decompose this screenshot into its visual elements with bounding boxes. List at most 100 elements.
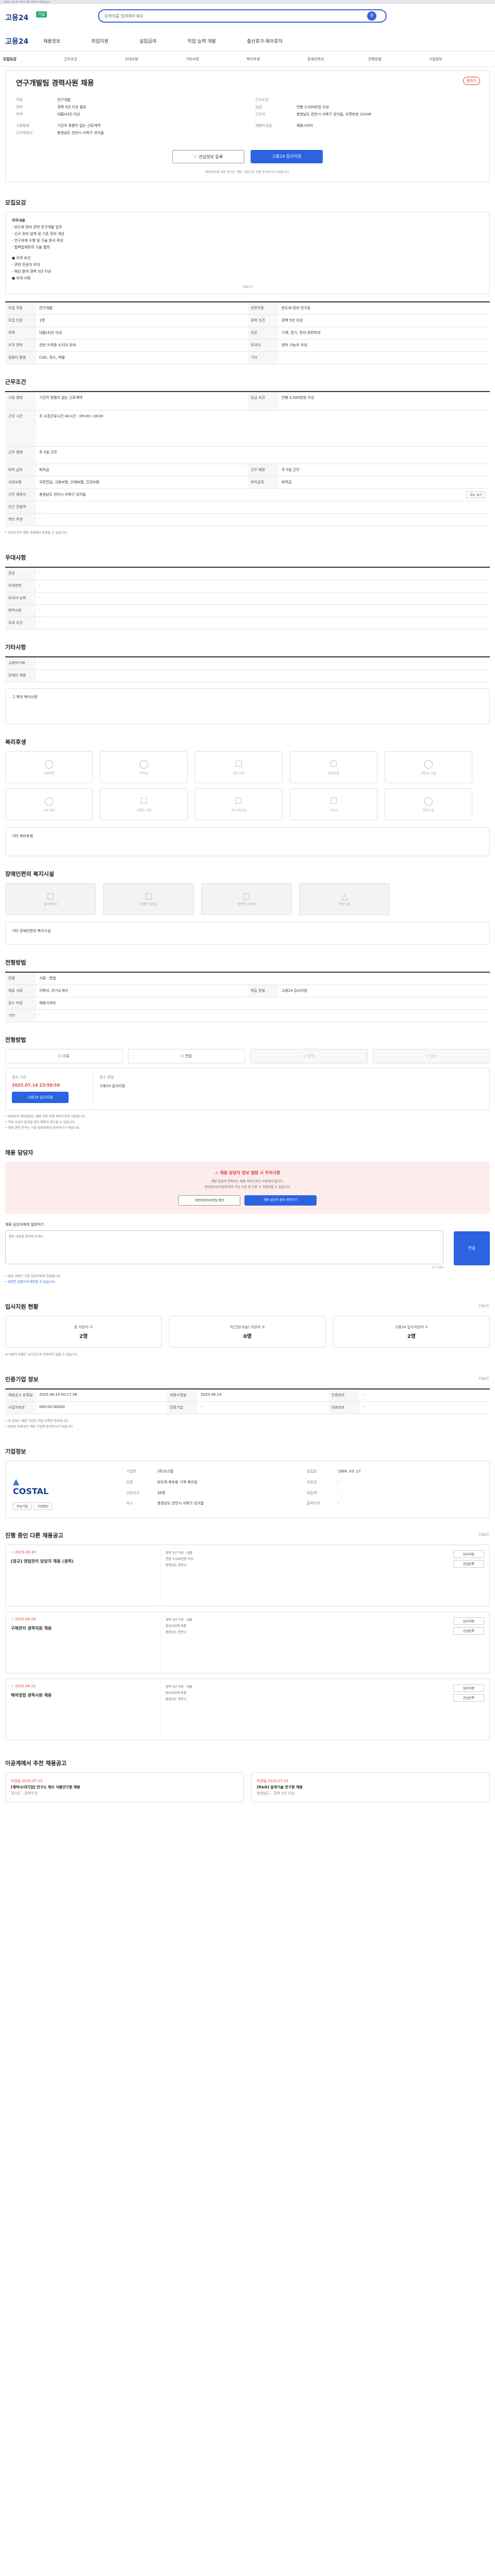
search-input[interactable] (104, 13, 362, 19)
company-interest-button[interactable]: 관심기업 (13, 1502, 32, 1510)
stat-item: 최근일(오늘) 지원자 수 0명 (169, 1316, 326, 1348)
other-jobs-more[interactable]: 더보기 (479, 1532, 489, 1537)
tab-work[interactable]: 근무조건 (64, 57, 125, 62)
etc-note-box: 그 밖의 복리사항 (5, 688, 490, 724)
job-interest-button[interactable]: 관심등록 (453, 1694, 484, 1702)
bookmark-button[interactable]: 찜하기 (463, 77, 480, 85)
disability-item: ☐ 장애인 화장실 (103, 883, 194, 915)
text-label: 장애인편의 복지시설 (5, 871, 54, 877)
text-label: 경력 3년 이상 · 대졸 (166, 1551, 192, 1555)
table-key: 인근 전철역 (5, 501, 36, 513)
table-key: 주소 (126, 1501, 133, 1506)
tab-welfare[interactable]: 복리후생 (246, 57, 307, 62)
job-title: 연구개발팀 경력사원 채용 (16, 79, 94, 88)
privacy-button[interactable]: 개인정보처리방침 확인 (178, 1195, 240, 1206)
job-apply-button[interactable]: 입사지원 (453, 1684, 484, 1692)
text-label: 엘리베이터 (43, 903, 58, 906)
job-summary-card: 연구개발팀 경력사원 채용 찜하기 직종 연구개발 경력 경력 5년 이상 필요 학… (5, 70, 490, 182)
table-key: 외국어 능력 (5, 592, 36, 604)
tab-disability[interactable]: 장애인복지 (307, 57, 368, 62)
contact-reveal-button[interactable]: 채용 담당자 정보 확인하기 (244, 1195, 317, 1206)
text-label: 마감일 2025.07.10 (11, 1779, 43, 1783)
user-icon: ☐ (425, 1054, 431, 1058)
text-label: 우대사항 (5, 554, 26, 561)
stats-title: 입사지원 현황 더보기 (0, 1289, 495, 1316)
table-key: 사업자번호 (5, 1402, 36, 1414)
top-banner: 고용24 · 워크넷이 새로운 통합 서비스로 바뀌었습니다 (0, 0, 495, 4)
gnb-item-benefits[interactable]: 실업급여 (139, 38, 156, 44)
company-title: 기업정보 (0, 1434, 495, 1461)
table-key: 제출 방법 (248, 985, 278, 997)
tab-company[interactable]: 기업정보 (429, 57, 490, 62)
info-more[interactable]: 더보기 (479, 1376, 489, 1381)
interest-button[interactable]: ♡ 관심정보 등록 (172, 150, 244, 163)
gnb-brand[interactable]: 고용24 (2, 36, 43, 46)
tab-etc[interactable]: 기타사항 (186, 57, 246, 62)
text-label: 총 지원자 수 (74, 1325, 93, 1329)
stats-more[interactable]: 더보기 (479, 1303, 489, 1309)
table-value: - (39, 620, 41, 624)
company-card: ▲ COSTAL 관심기업 기업정보 기업명 (주)코스탈 설립일 1999. 03… (5, 1461, 490, 1518)
more-button[interactable]: 더보기 (6, 284, 489, 291)
table-key: 경력 조건 (248, 315, 278, 327)
text-label: 충청남도 천안시 (166, 1631, 187, 1634)
company-logo-icon: ▲ (13, 1477, 20, 1486)
summary-value: 채용시까지 (296, 124, 314, 128)
text-label: 충청남도 · 경력 3년 이상 (257, 1791, 295, 1795)
table-key: 고용 형태 (5, 392, 36, 410)
job-interest-button[interactable]: 관심등록 (453, 1627, 484, 1635)
search-icon[interactable]: ⚲ (367, 11, 376, 21)
company-info-button[interactable]: 기업정보 (34, 1502, 53, 1510)
tab-recruit[interactable]: 모집요강 (3, 57, 64, 62)
text-label: 회사내규에 따름 (166, 1691, 187, 1695)
job-interest-button[interactable]: 관심등록 (453, 1560, 484, 1568)
contact-title: 채용 담당자 (0, 1135, 495, 1162)
duty-line: - 반도체 장비 관련 연구개발 업무 (12, 225, 62, 229)
text-label: 경기도 · 경력무관 (11, 1791, 38, 1795)
apply-button[interactable]: 고용24 입사지원 (251, 150, 323, 163)
table-value: 관련 자격증 소지자 우대 (39, 343, 76, 347)
req-line: - 관련 전공자 우대 (12, 263, 40, 267)
list-item[interactable]: ~ 2025.06.28 구매관리 경력직원 채용 경력 2년 이상 · 대졸 회사… (5, 1612, 490, 1673)
period-date: 2025.07.14 23:59:59 (12, 1083, 60, 1088)
text-label: 합격 (307, 1054, 315, 1058)
gnb-item-jobs[interactable]: 채용정보 (43, 38, 60, 44)
gnb-item-leave[interactable]: 출산휴가·육아휴직 (247, 38, 283, 44)
map-button[interactable]: 지도 보기 (466, 492, 486, 498)
period-label: 접수 기간 (12, 1075, 26, 1079)
table-key: 우대 조건 (5, 617, 36, 629)
table-value: 2025.06.14 00:17:56 (39, 1393, 77, 1397)
gnb-item-training[interactable]: 직업 능력 개발 (187, 38, 216, 44)
apply-button-2[interactable]: 고용24 입사지원 (12, 1092, 69, 1103)
list-item[interactable]: ~ 2025.06.30 [정규] 영업관리 담당자 채용 (경력) 경력 3년 … (5, 1545, 490, 1606)
table-value: 연봉 3,500만원 이상 (282, 396, 315, 400)
job-apply-button[interactable]: 입사지원 (453, 1550, 484, 1558)
text-label: 경력 2년 이상 · 대졸 (166, 1618, 192, 1622)
welfare-note-box: 기타 복리후생 (5, 827, 490, 856)
table-key: 매출액 (307, 1490, 317, 1495)
method-label: 접수 방법 (100, 1075, 114, 1079)
gnb-item-support[interactable]: 취업지원 (91, 38, 108, 44)
table-value: CAD, 워드, 엑셀 (39, 355, 65, 360)
list-item[interactable]: 마감일 2025.07.10 [제약사/대기업] 연구소 제조 식품연구원 채용… (5, 1772, 244, 1802)
site-logo[interactable]: 고용24 (5, 12, 28, 23)
question-input[interactable] (5, 1230, 443, 1264)
tab-pref[interactable]: 우대사항 (125, 57, 186, 62)
text-label: ~ 2025.06.30 (11, 1550, 36, 1554)
table-value: 영어 가능자 우대 (282, 343, 307, 347)
table-key: 근무 예정 (248, 464, 278, 476)
tab-process[interactable]: 전형방법 (368, 57, 429, 62)
text-label: • 지원자의 개인정보는 채용 전형 진행 목적으로만 사용됩니다. (5, 1115, 86, 1118)
welfare-item: ☐ 기숙사 (290, 788, 377, 820)
summary-notice: 채용정보에 대한 문의는 해당 기업으로 직접 문의하시기 바랍니다. (205, 171, 290, 174)
list-item[interactable]: ~ 2025.06.22 해외영업 경력사원 채용 경력 3년 이상 · 대졸 회사… (5, 1679, 490, 1740)
text-label: 자녀 학자금 (231, 809, 246, 812)
job-apply-button[interactable]: 입사지원 (453, 1617, 484, 1625)
send-button[interactable]: 전송 (454, 1231, 490, 1265)
table-value: 주 5일 근무 (39, 450, 57, 454)
table-value: - (39, 660, 41, 665)
etc-title: 기타사항 (0, 630, 495, 656)
list-item[interactable]: 마감일 2025.07.01 [R&D] 설계기술 연구원 채용 충청남도 · … (251, 1772, 490, 1802)
text-label: 채용 담당자 연락처는 채용 목적으로만 사용해야 합니다. (211, 1180, 284, 1183)
global-nav: 고용24 채용정보 취업지원 실업급여 직업 능력 개발 출산휴가·육아휴직 (0, 31, 495, 52)
